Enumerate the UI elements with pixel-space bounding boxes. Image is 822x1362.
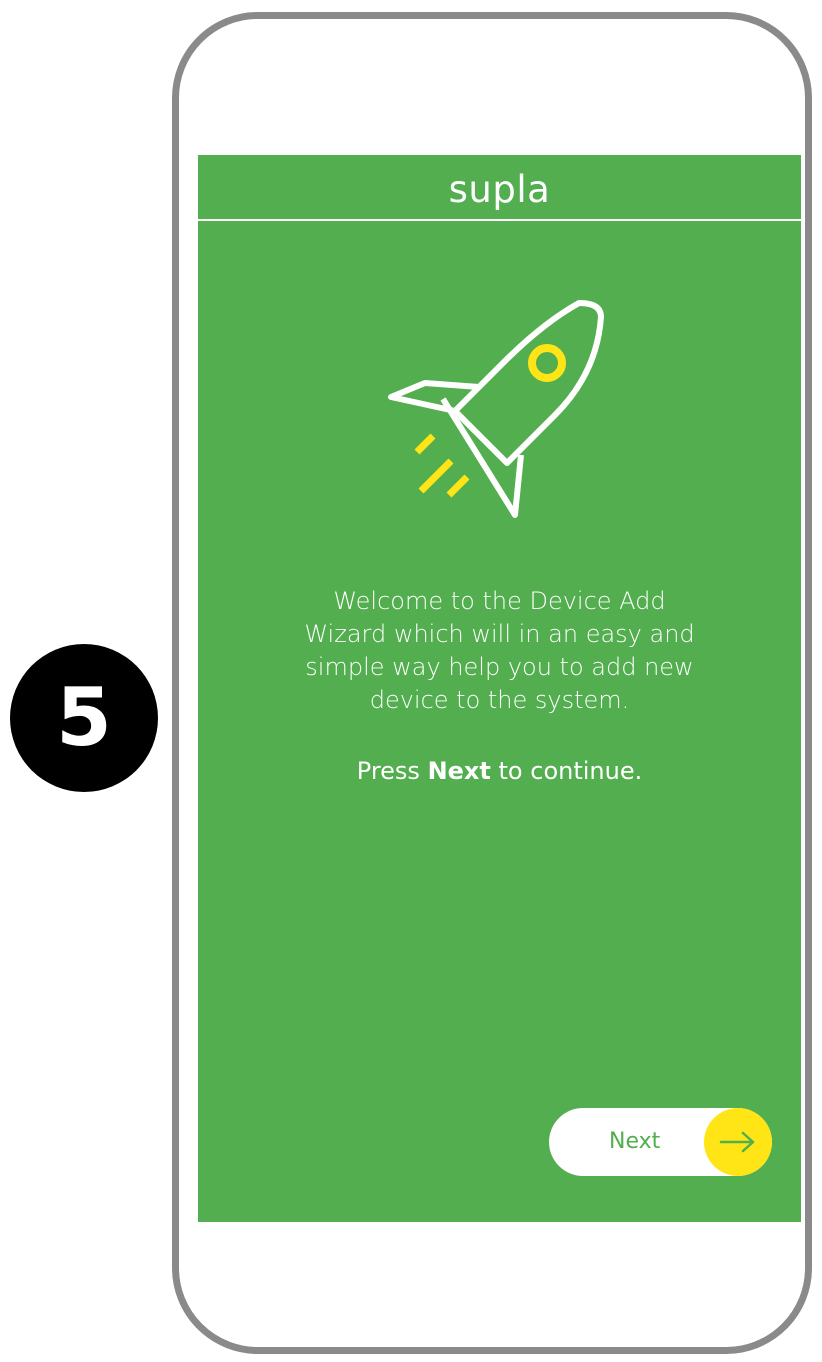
- press-prefix: Press: [356, 757, 428, 785]
- app-title: supla: [448, 167, 551, 211]
- welcome-message: Welcome to the Device Add Wizard which w…: [258, 585, 741, 717]
- step-number-badge: 5: [10, 644, 158, 792]
- press-next-emphasis: Next: [427, 757, 491, 785]
- step-number: 5: [56, 671, 112, 764]
- welcome-line: simple way help you to add new: [305, 653, 694, 681]
- app-screen: supla Welcome to the Device Add Wizard w…: [198, 155, 801, 1222]
- welcome-line: Wizard which will in an easy and: [304, 620, 695, 648]
- next-button-label: Next: [609, 1129, 661, 1154]
- next-button[interactable]: Next: [549, 1108, 772, 1176]
- app-header: supla: [198, 155, 801, 219]
- continue-instruction: Press Next to continue.: [258, 755, 741, 788]
- welcome-line: Welcome to the Device Add: [333, 587, 666, 615]
- rocket-icon: [388, 300, 604, 518]
- instruction-page: 5 supla Welcome to the Device Add Wizard…: [0, 0, 822, 1362]
- next-arrow-circle: [704, 1108, 772, 1176]
- header-divider: [198, 219, 801, 221]
- arrow-right-icon: [719, 1131, 755, 1153]
- press-suffix: to continue.: [490, 757, 643, 785]
- welcome-line: device to the system.: [369, 686, 630, 714]
